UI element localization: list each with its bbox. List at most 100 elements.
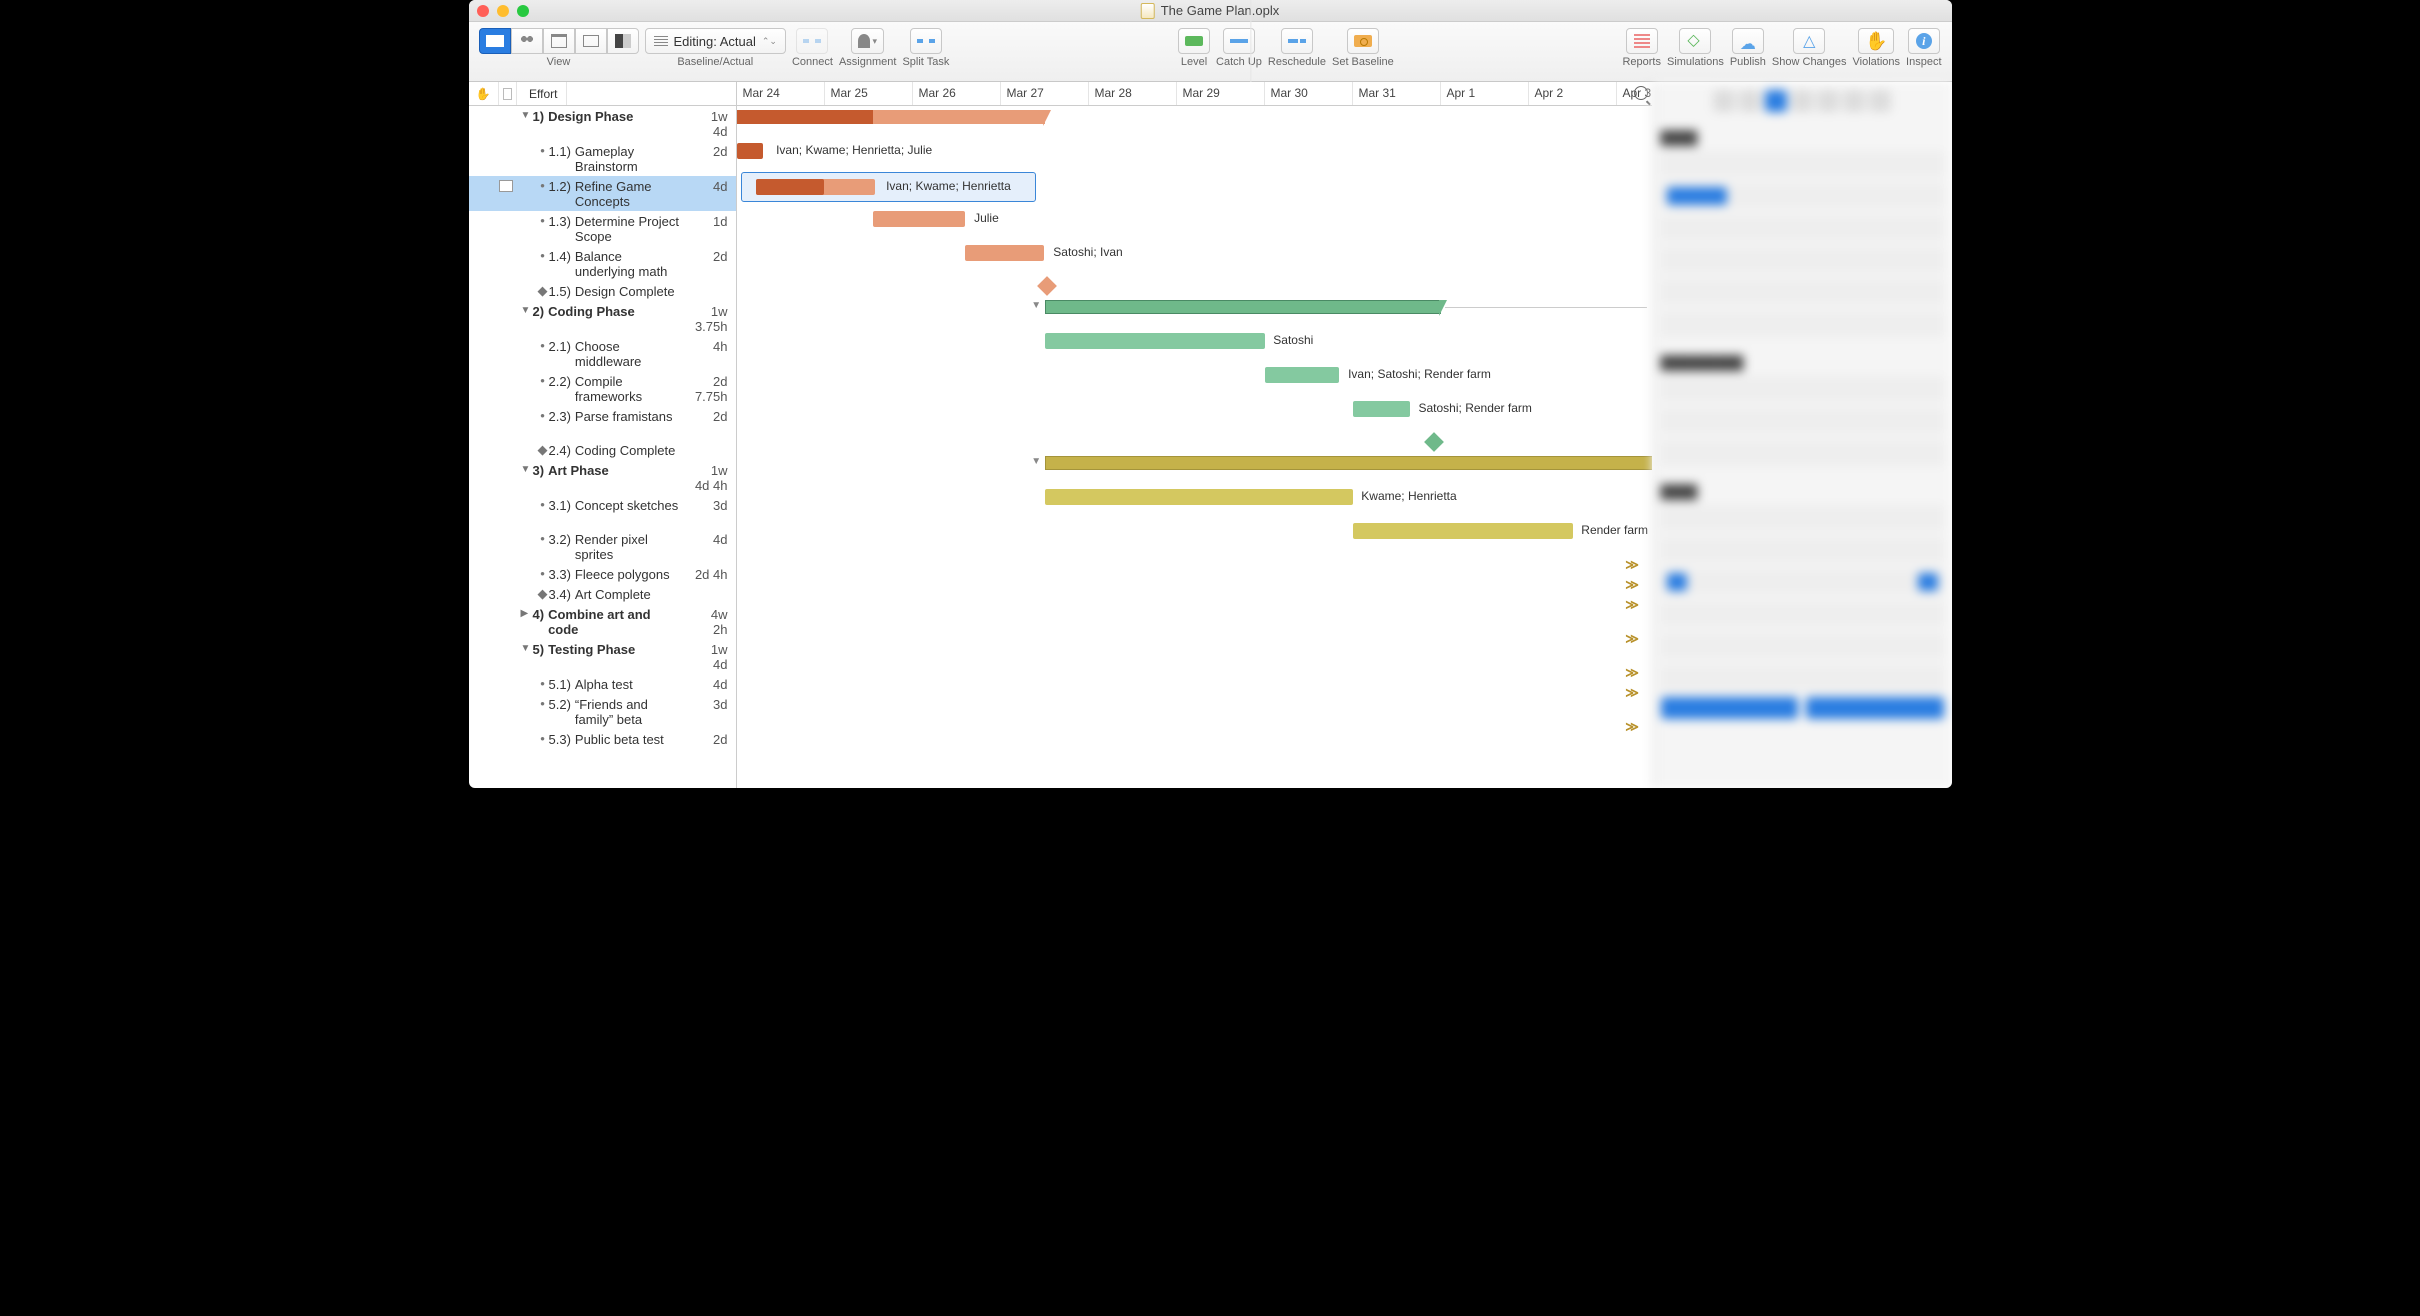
task-effort[interactable]: 4d [684, 676, 736, 692]
gantt-view-button[interactable] [479, 28, 511, 54]
task-title[interactable]: Alpha test [575, 676, 684, 692]
task-effort[interactable] [684, 283, 736, 299]
task-title[interactable]: Fleece polygons [575, 566, 684, 582]
date-column-header[interactable]: Mar 24 [737, 82, 825, 105]
task-title[interactable]: Design Complete [575, 283, 684, 299]
task-title[interactable]: Gameplay Brainstorm [575, 143, 684, 174]
gantt-timeline-header[interactable]: Mar 24Mar 25Mar 26Mar 27Mar 28Mar 29Mar … [737, 82, 1652, 106]
split-task-button[interactable] [910, 28, 942, 54]
task-effort[interactable]: 1w4d 4h [684, 462, 736, 493]
resource-view-button[interactable] [511, 28, 543, 54]
simulations-button[interactable]: ◇ [1679, 28, 1711, 54]
outline-rows[interactable]: ▼1)Design Phase1w4d•1.1)Gameplay Brainst… [469, 106, 736, 788]
task-effort[interactable]: 1w4d [684, 108, 736, 139]
task-title[interactable]: Art Phase [548, 462, 683, 478]
task-title[interactable]: Testing Phase [548, 641, 683, 657]
task-title[interactable]: Combine art and code [548, 606, 683, 637]
date-column-header[interactable]: Mar 28 [1089, 82, 1177, 105]
gantt-bar[interactable] [737, 143, 763, 159]
outline-row[interactable]: •2.1)Choose middleware4h [469, 336, 736, 371]
outline-row[interactable]: ▼1)Design Phase1w4d [469, 106, 736, 141]
collapse-indicator[interactable]: ▼ [1031, 300, 1041, 311]
outline-header-effort[interactable]: Effort [517, 82, 567, 105]
inspect-button[interactable]: i [1908, 28, 1940, 54]
gantt-bar[interactable] [1353, 401, 1410, 417]
zoom-icon[interactable] [1634, 86, 1648, 100]
task-effort[interactable]: 1w3.75h [684, 303, 736, 334]
task-effort[interactable]: 2d [684, 731, 736, 761]
reschedule-button[interactable] [1281, 28, 1313, 54]
outline-header-note[interactable] [499, 82, 517, 105]
task-title[interactable]: Compile frameworks [575, 373, 684, 404]
gantt-bar[interactable] [1045, 333, 1265, 349]
showchanges-button[interactable]: △ [1793, 28, 1825, 54]
outline-row[interactable]: •5.2)“Friends and family” beta3d [469, 694, 736, 729]
outline-row[interactable]: •1.3)Determine Project Scope1d [469, 211, 736, 246]
outline-row[interactable]: •3.3)Fleece polygons2d 4h [469, 564, 736, 584]
summary-bar[interactable] [737, 110, 1045, 124]
gantt-bar[interactable] [1353, 523, 1573, 539]
outline-row[interactable]: •1.2)Refine Game Concepts4d [469, 176, 736, 211]
disclosure-triangle[interactable]: ▼ [521, 108, 533, 121]
task-effort[interactable]: 1d [684, 213, 736, 244]
publish-button[interactable]: ☁ [1732, 28, 1764, 54]
task-effort[interactable]: 4d [684, 178, 736, 209]
network-view-button[interactable] [575, 28, 607, 54]
task-effort[interactable] [684, 442, 736, 458]
note-icon[interactable] [499, 180, 513, 192]
task-effort[interactable]: 1w4d [684, 641, 736, 672]
outline-row[interactable]: ▼3)Art Phase1w4d 4h [469, 460, 736, 495]
task-effort[interactable]: 3d [684, 497, 736, 527]
date-column-header[interactable]: Mar 29 [1177, 82, 1265, 105]
date-column-header[interactable]: Mar 27 [1001, 82, 1089, 105]
outline-row[interactable]: •2.3)Parse framistans2d [469, 406, 736, 440]
summary-bar[interactable] [1045, 300, 1441, 314]
outline-row[interactable]: ◆3.4)Art Complete [469, 584, 736, 604]
assignment-button[interactable]: ▾ [851, 28, 884, 54]
task-title[interactable]: Choose middleware [575, 338, 684, 369]
task-title[interactable]: Parse framistans [575, 408, 684, 424]
editing-mode-combo[interactable]: Editing: Actual ⌃⌄ [645, 28, 786, 54]
outline-row[interactable]: •5.3)Public beta test2d [469, 729, 736, 763]
outline-row[interactable]: •1.4)Balance underlying math2d [469, 246, 736, 281]
gantt-bar[interactable] [1045, 489, 1353, 505]
styles-view-button[interactable] [607, 28, 639, 54]
disclosure-triangle[interactable]: ▶ [521, 606, 533, 619]
connect-button[interactable] [796, 28, 828, 54]
milestone-diamond[interactable] [1424, 432, 1444, 452]
outline-header-drag[interactable]: ✋ [469, 82, 499, 105]
task-title[interactable]: Design Phase [548, 108, 683, 124]
date-column-header[interactable]: Mar 30 [1265, 82, 1353, 105]
date-column-header[interactable]: Mar 25 [825, 82, 913, 105]
outline-row[interactable]: ◆1.5)Design Complete [469, 281, 736, 301]
outline-row[interactable]: •5.1)Alpha test4d [469, 674, 736, 694]
milestone-diamond[interactable] [1037, 276, 1057, 296]
task-title[interactable]: Balance underlying math [575, 248, 684, 279]
summary-bar[interactable] [1045, 456, 1652, 470]
minimize-window-button[interactable] [497, 5, 509, 17]
collapse-indicator[interactable]: ▼ [1031, 456, 1041, 467]
gantt-bar[interactable] [965, 245, 1044, 261]
calendar-view-button[interactable] [543, 28, 575, 54]
gantt-bar[interactable] [873, 211, 965, 227]
gantt-bar[interactable] [1265, 367, 1340, 383]
date-column-header[interactable]: Mar 26 [913, 82, 1001, 105]
task-effort[interactable]: 2d [684, 143, 736, 174]
outline-row[interactable]: ▼2)Coding Phase1w3.75h [469, 301, 736, 336]
task-effort[interactable]: 2d [684, 408, 736, 438]
gantt-chart[interactable]: Mar 24Mar 25Mar 26Mar 27Mar 28Mar 29Mar … [737, 82, 1652, 788]
date-column-header[interactable]: Mar 31 [1353, 82, 1441, 105]
task-title[interactable]: Concept sketches [575, 497, 684, 513]
task-title[interactable]: Render pixel sprites [575, 531, 684, 562]
date-column-header[interactable]: Apr 1 [1441, 82, 1529, 105]
setbaseline-button[interactable] [1347, 28, 1379, 54]
date-column-header[interactable]: Apr 2 [1529, 82, 1617, 105]
gantt-bar[interactable] [756, 179, 825, 195]
task-effort[interactable] [684, 586, 736, 602]
violations-button[interactable]: ✋ [1858, 28, 1894, 54]
task-title[interactable]: Art Complete [575, 586, 684, 602]
task-title[interactable]: Coding Phase [548, 303, 683, 319]
outline-row[interactable]: •3.2)Render pixel sprites4d [469, 529, 736, 564]
task-title[interactable]: “Friends and family” beta [575, 696, 684, 727]
task-title[interactable]: Public beta test [575, 731, 684, 747]
